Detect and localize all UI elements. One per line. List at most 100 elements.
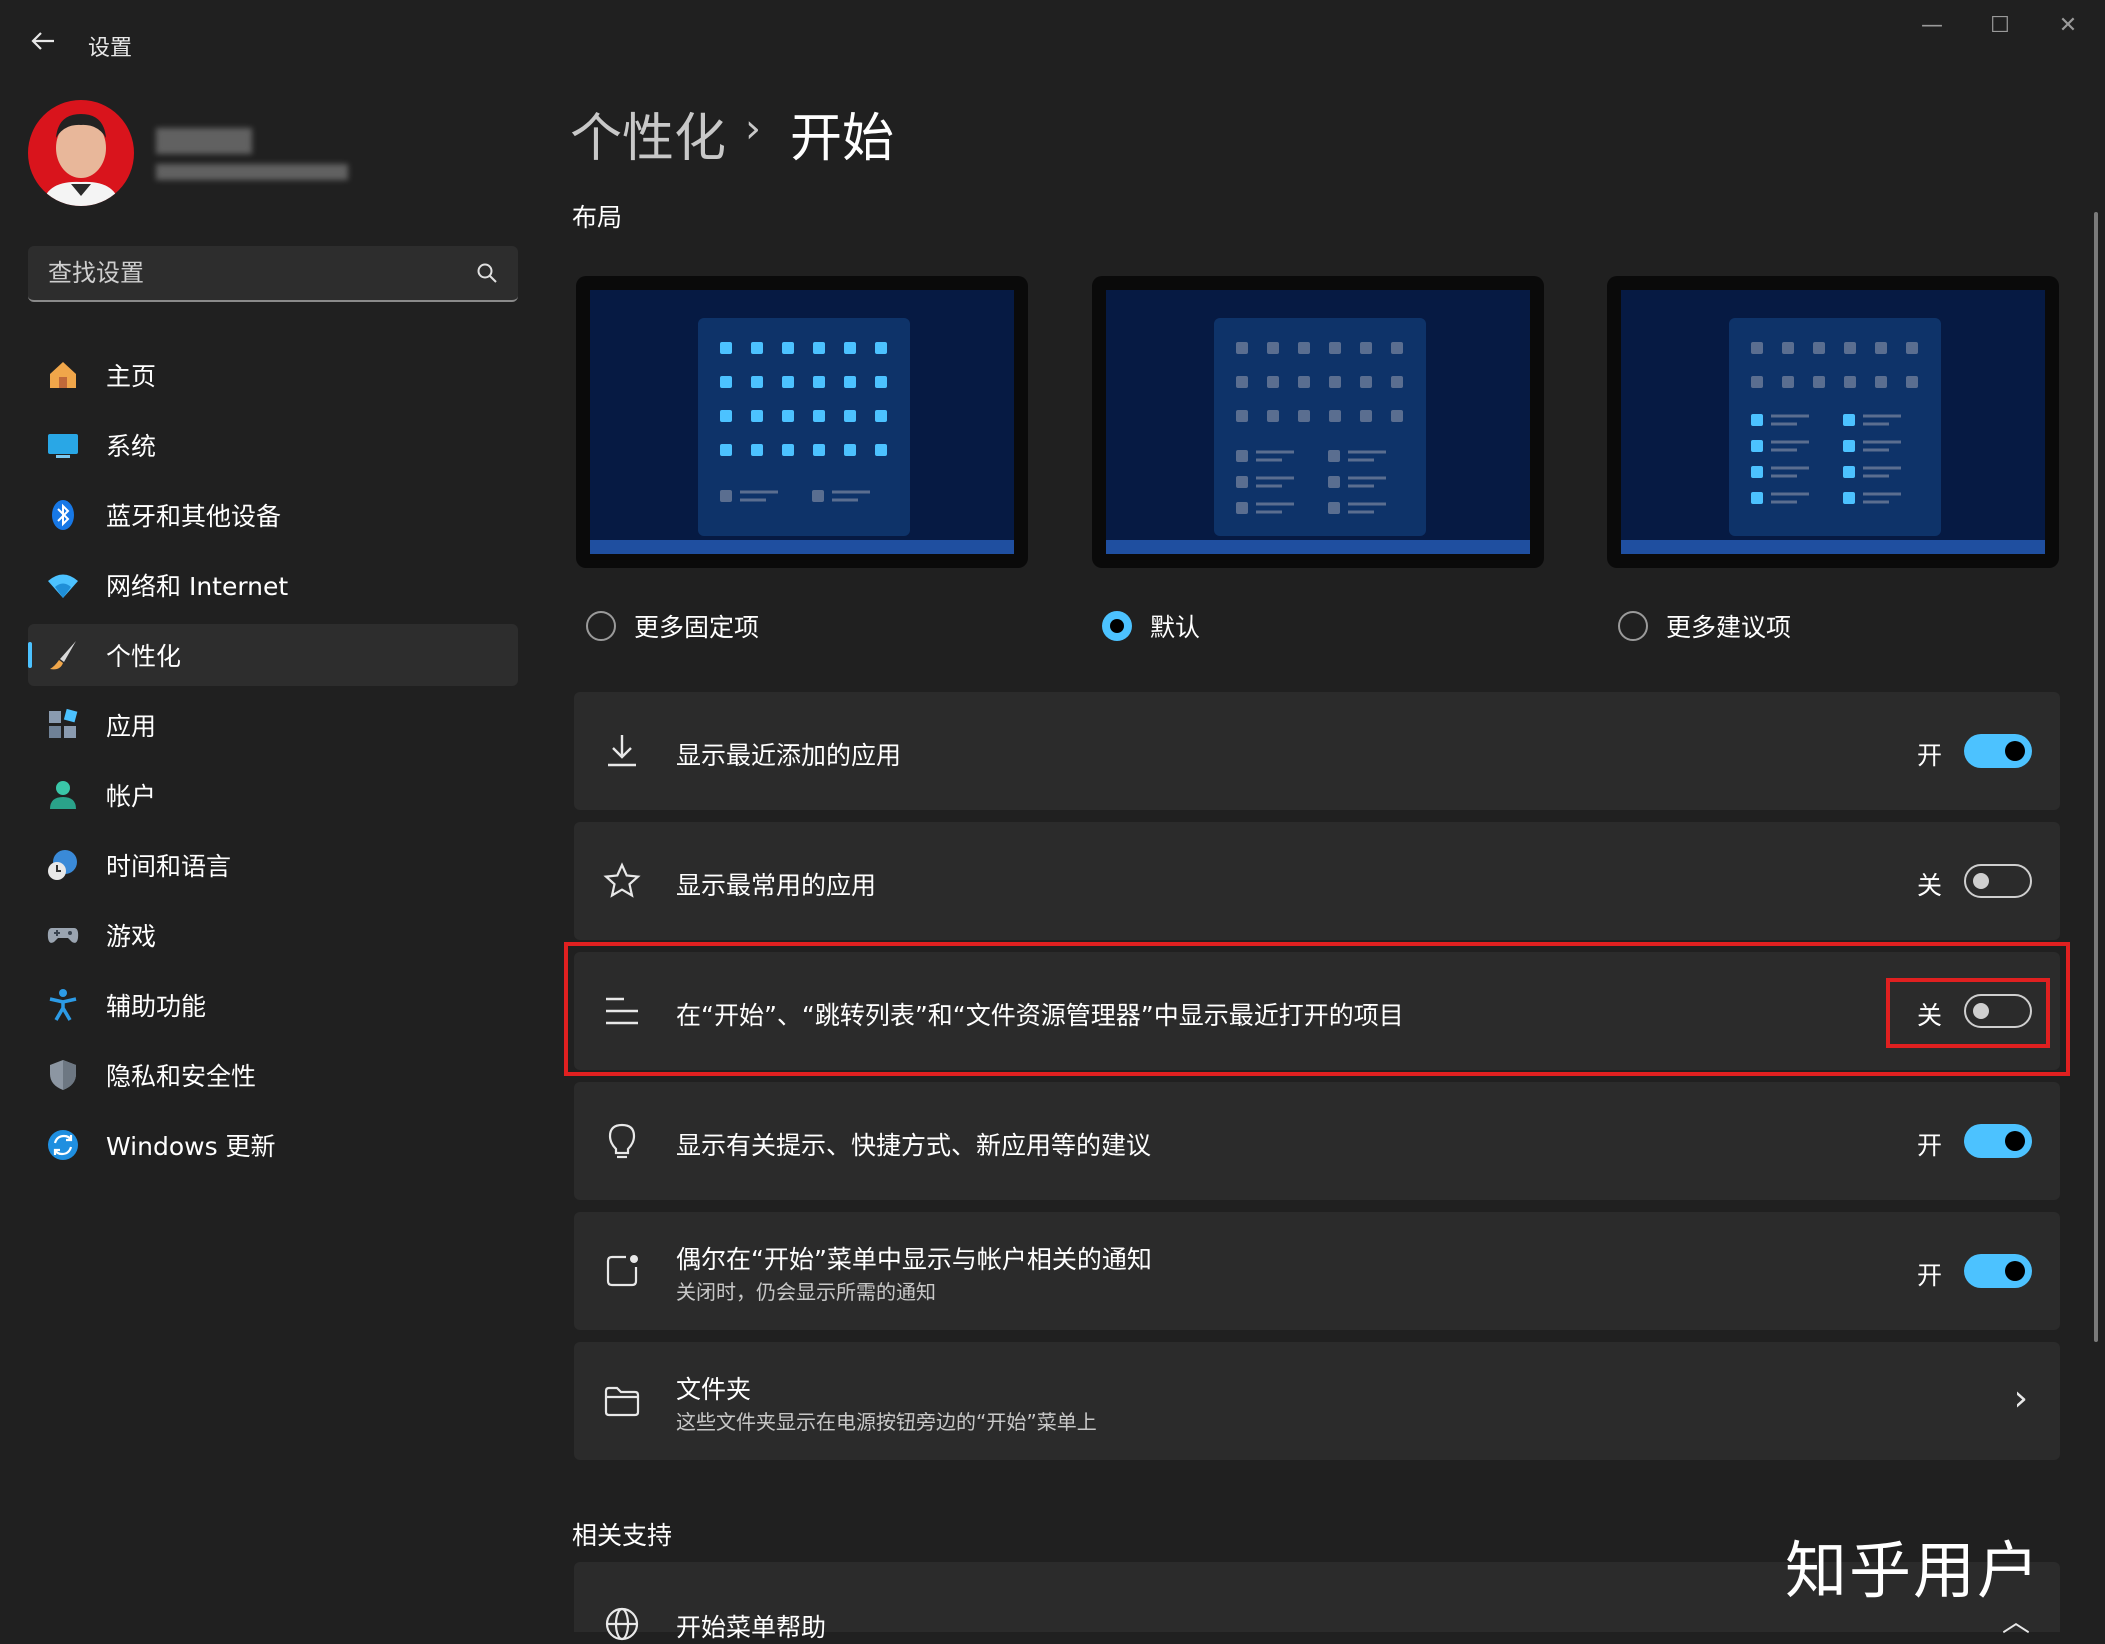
scrollbar[interactable] <box>2094 212 2098 1342</box>
radio-button-selected[interactable] <box>1102 611 1132 641</box>
toggle-switch[interactable] <box>1964 864 2032 898</box>
close-button[interactable]: ✕ <box>2044 8 2092 44</box>
back-arrow-icon[interactable] <box>28 26 58 56</box>
search-input[interactable] <box>46 246 470 300</box>
search-box[interactable] <box>28 246 518 302</box>
window-title: 设置 <box>88 36 133 61</box>
home-icon <box>50 362 76 388</box>
folder-icon <box>604 1386 640 1417</box>
layout-option-more-pins-preview[interactable] <box>576 276 1028 568</box>
setting-subtitle: 关闭时，仍会显示所需的通知 <box>676 1280 936 1304</box>
sidebar-item-home[interactable]: 主页 <box>28 344 518 406</box>
setting-row-most-used[interactable]: 显示最常用的应用 关 <box>574 822 2060 940</box>
sidebar-item-label: 辅助功能 <box>106 992 207 1021</box>
toggle-state-label: 开 <box>1916 1131 1942 1160</box>
shield-icon <box>50 1060 76 1090</box>
setting-title: 显示最常用的应用 <box>676 871 877 900</box>
toggle-state-label: 开 <box>1916 1261 1942 1290</box>
sidebar-item-label: 网络和 Internet <box>106 572 289 601</box>
radio-label: 默认 <box>1150 613 1201 642</box>
sidebar-item-label: 个性化 <box>106 642 182 671</box>
system-icon <box>48 434 78 458</box>
breadcrumb-parent[interactable]: 个性化 <box>570 96 726 171</box>
grid-more-recommendations-icon <box>1751 342 1918 504</box>
minimize-button[interactable]: — <box>1908 8 1956 44</box>
maximize-button[interactable]: ☐ <box>1976 8 2024 44</box>
globe-icon <box>605 1607 639 1641</box>
sidebar-item-label: 隐私和安全性 <box>106 1062 257 1091</box>
grid-default-icon <box>1236 342 1403 514</box>
sidebar-item-apps[interactable]: 应用 <box>28 694 518 756</box>
toggle-state-label: 开 <box>1916 741 1942 770</box>
sidebar-item-personalization[interactable]: 个性化 <box>28 624 518 686</box>
grid-more-pins-icon <box>720 342 887 502</box>
sidebar-item-accounts[interactable]: 帐户 <box>28 764 518 826</box>
sidebar-item-system[interactable]: 系统 <box>28 414 518 476</box>
search-icon[interactable] <box>476 262 498 284</box>
setting-title: 显示最近添加的应用 <box>676 741 902 770</box>
bluetooth-icon <box>52 500 74 530</box>
toggle-state-label: 关 <box>1916 871 1942 900</box>
layout-option-default-preview[interactable] <box>1092 276 1544 568</box>
setting-title: 显示有关提示、快捷方式、新应用等的建议 <box>676 1131 1152 1160</box>
active-indicator <box>28 642 32 668</box>
radio-button[interactable] <box>586 611 616 641</box>
toggle-switch[interactable] <box>1964 734 2032 768</box>
setting-title: 开始菜单帮助 <box>676 1613 827 1642</box>
gamepad-icon <box>47 928 79 943</box>
apps-icon <box>49 708 78 738</box>
toggle-switch[interactable] <box>1964 1124 2032 1158</box>
globe-clock-icon <box>48 850 77 880</box>
sidebar-item-network[interactable]: 网络和 Internet <box>28 554 518 616</box>
accessibility-icon <box>49 989 77 1021</box>
sidebar-item-label: 应用 <box>106 712 157 741</box>
setting-title: 偶尔在“开始”菜单中显示与帐户相关的通知 <box>676 1245 1152 1274</box>
sidebar-item-accessibility[interactable]: 辅助功能 <box>28 974 518 1036</box>
setting-row-account-notifications[interactable]: 偶尔在“开始”菜单中显示与帐户相关的通知 关闭时，仍会显示所需的通知 开 <box>574 1212 2060 1330</box>
brush-icon <box>50 641 76 670</box>
radio-button[interactable] <box>1618 611 1648 641</box>
sidebar-item-label: 系统 <box>106 432 157 461</box>
radio-more-pins[interactable]: 更多固定项 <box>586 608 759 644</box>
sidebar-item-label: 时间和语言 <box>106 852 232 881</box>
sidebar-item-bluetooth[interactable]: 蓝牙和其他设备 <box>28 484 518 546</box>
sidebar-item-time-language[interactable]: 时间和语言 <box>28 834 518 896</box>
related-support-title: 相关支持 <box>572 1521 673 1550</box>
setting-subtitle: 这些文件夹显示在电源按钮旁边的“开始”菜单上 <box>676 1410 1097 1434</box>
sidebar-item-privacy[interactable]: 隐私和安全性 <box>28 1044 518 1106</box>
setting-row-suggestions[interactable]: 显示有关提示、快捷方式、新应用等的建议 开 <box>574 1082 2060 1200</box>
chevron-right-icon[interactable]: › <box>2014 1378 2028 1419</box>
download-icon <box>608 735 636 767</box>
highlight-box-toggle <box>1886 978 2050 1048</box>
lightbulb-icon <box>608 1123 636 1159</box>
email-blurred <box>156 164 348 180</box>
radio-label: 更多建议项 <box>1666 613 1792 642</box>
sidebar-item-label: 蓝牙和其他设备 <box>106 502 282 531</box>
star-icon <box>603 862 641 898</box>
account-icon <box>50 781 76 809</box>
setting-row-recently-added[interactable]: 显示最近添加的应用 开 <box>574 692 2060 810</box>
layout-option-more-recommendations-preview[interactable] <box>1607 276 2059 568</box>
sidebar-item-label: 游戏 <box>106 922 157 951</box>
wifi-icon <box>48 574 78 598</box>
sidebar-item-label: Windows 更新 <box>106 1132 276 1161</box>
username-blurred <box>156 128 252 154</box>
watermark: 知乎用户 <box>1785 1534 2042 1607</box>
breadcrumb-separator: › <box>745 106 761 152</box>
radio-more-recommendations[interactable]: 更多建议项 <box>1618 608 1791 644</box>
radio-default[interactable]: 默认 <box>1102 608 1200 644</box>
avatar[interactable] <box>28 100 134 206</box>
update-icon <box>48 1130 78 1160</box>
toggle-switch[interactable] <box>1964 1254 2032 1288</box>
avatar-portrait-icon <box>42 114 120 206</box>
layout-section-title: 布局 <box>572 203 623 232</box>
sidebar-item-windows-update[interactable]: Windows 更新 <box>28 1114 518 1176</box>
page-title: 开始 <box>790 109 895 169</box>
setting-title: 文件夹 <box>676 1375 752 1404</box>
radio-label: 更多固定项 <box>634 613 760 642</box>
highlight-box-row <box>564 942 2070 1076</box>
setting-row-folders[interactable]: 文件夹 这些文件夹显示在电源按钮旁边的“开始”菜单上 › <box>574 1342 2060 1460</box>
notification-icon <box>606 1255 638 1287</box>
sidebar-item-label: 主页 <box>106 362 157 391</box>
sidebar-item-gaming[interactable]: 游戏 <box>28 904 518 966</box>
